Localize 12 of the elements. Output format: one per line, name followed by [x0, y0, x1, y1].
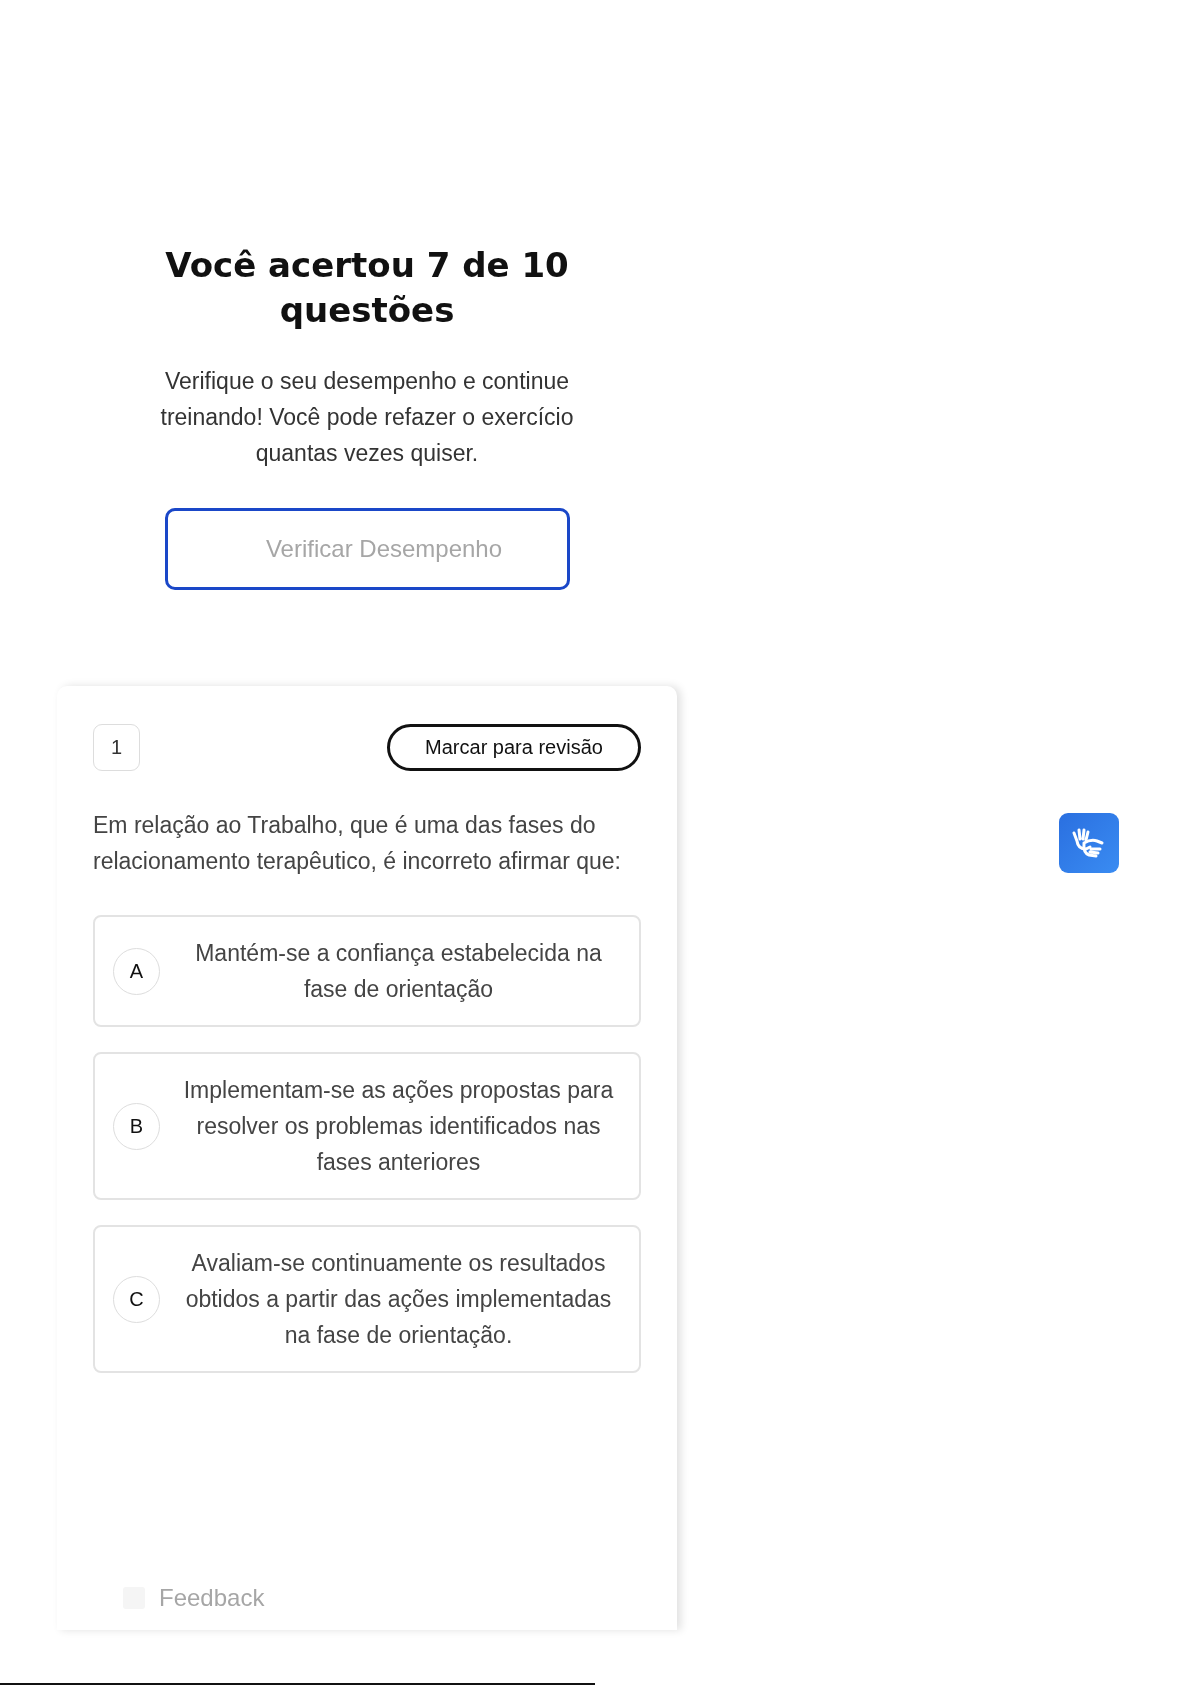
option-text: Mantém-se a confiança estabelecida na fase de orientação [194, 939, 603, 1004]
question-text: Em relação ao Trabalho, que é uma das fases do relacionamento terapêutico, é incorreto afirmar que: [93, 811, 622, 876]
result-description: Verifique o seu desempenho e continue treinando! Você pode refazer o exercício quantas vezes quiser. [159, 367, 575, 468]
answer-option[interactable]: A Mantém-se a confiança estabelecida na fase de orientação [93, 915, 641, 1027]
option-text: Avaliam-se continuamente os resultados obtidos a partir das ações implementadas na fase de orientação. [184, 1249, 613, 1350]
option-text: Implementam-se as ações propostas para resolver os problemas identificados nas fases anteriores [182, 1076, 615, 1177]
result-title: Você acertou 7 de 10 questões [164, 244, 570, 332]
answer-option[interactable]: B Implementam-se as ações propostas para resolver os problemas identificados nas fases anteriores [93, 1052, 641, 1200]
answer-option[interactable]: C Avaliam-se continuamente os resultados obtidos a partir das ações implementadas na fase de orientação. [93, 1225, 641, 1373]
question-number: 1 [93, 724, 140, 771]
mark-for-review-button[interactable]: Marcar para revisão [387, 724, 641, 771]
sign-language-button[interactable] [1059, 813, 1119, 873]
